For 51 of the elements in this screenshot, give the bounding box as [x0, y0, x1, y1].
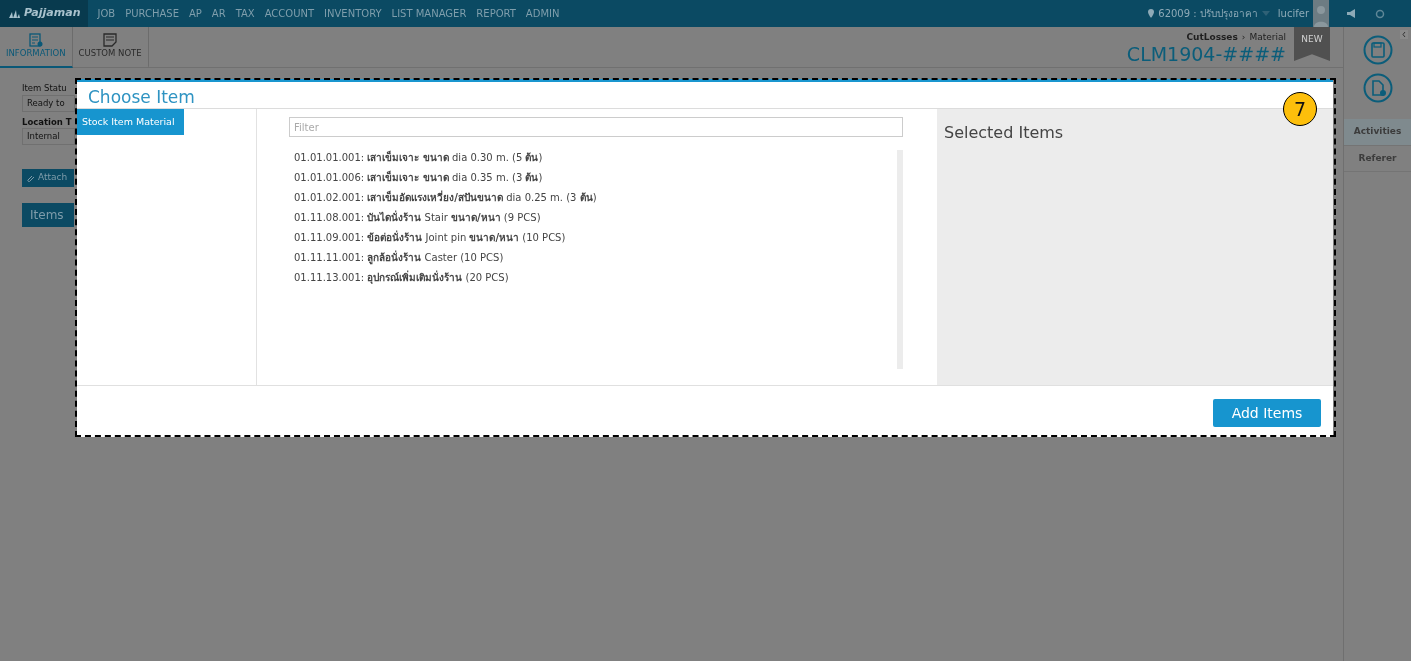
menu-item[interactable]: INVENTORY: [319, 6, 387, 21]
avatar-icon[interactable]: [1313, 0, 1329, 27]
attach-button[interactable]: Attach: [22, 169, 74, 187]
item-row[interactable]: 01.11.09.001: ข้อต่อนั่งร้าน Joint pin ขนาด/หนา (10 PCS): [289, 230, 897, 250]
panel-heading: Selected Items: [944, 122, 1065, 144]
status-ribbon: NEW: [1294, 27, 1330, 61]
note-icon: [103, 33, 118, 48]
menu-item[interactable]: ACCOUNT: [259, 6, 320, 21]
add-items-button[interactable]: Add Items: [1213, 399, 1321, 427]
new-document-icon[interactable]: [1362, 73, 1393, 103]
user-name[interactable]: lucifer: [1277, 6, 1309, 21]
menu-item[interactable]: JOB: [92, 6, 121, 21]
item-row[interactable]: 01.01.02.001: เสาเข็มอัดแรงเหวี่ยง/สปันขนาด dia 0.25 m. (3 ต้น): [289, 190, 897, 210]
category-item[interactable]: Stock Item Material: [77, 109, 184, 136]
page-tab[interactable]: INFORMATION: [0, 27, 73, 68]
collapse-icon[interactable]: [1400, 30, 1408, 39]
logo-icon: [8, 8, 20, 19]
item-row[interactable]: 01.01.01.001: เสาเข็มเจาะ ขนาด dia 0.30 m. (5 ต้น): [289, 150, 897, 170]
field-label: Location T: [22, 115, 72, 129]
logo[interactable]: Pajjaman: [0, 0, 89, 27]
caret-icon: [1261, 11, 1270, 16]
megaphone-icon[interactable]: [1347, 9, 1357, 18]
save-icon[interactable]: [1362, 35, 1393, 65]
status-field[interactable]: Ready to: [22, 94, 75, 112]
settings-icon[interactable]: [1375, 8, 1385, 19]
breadcrumb-current: Material: [1249, 31, 1286, 44]
location-field[interactable]: Internal: [22, 128, 75, 145]
side-panel-link[interactable]: Activities: [1344, 119, 1411, 146]
menu-item[interactable]: PURCHASE: [120, 6, 184, 21]
menu-item[interactable]: TAX: [230, 6, 260, 21]
item-row[interactable]: 01.11.11.001: ลูกล้อนั่งร้าน Caster (10 PCS): [289, 250, 897, 270]
side-panel-link[interactable]: Referer: [1344, 145, 1411, 172]
page-tab[interactable]: CUSTOM NOTE: [72, 27, 149, 68]
item-row[interactable]: 01.11.13.001: อุปกรณ์เพิ่มเติมนั่งร้าน (20 PCS): [289, 270, 897, 290]
menu-item[interactable]: ADMIN: [520, 6, 565, 21]
field-label: Item Statu: [22, 82, 67, 95]
menu-item[interactable]: LIST MANAGER: [386, 6, 472, 21]
menu-item[interactable]: AP: [183, 6, 207, 21]
form-icon: [28, 33, 43, 48]
breadcrumb-link[interactable]: CutLosses: [1186, 31, 1238, 45]
breadcrumb-separator: ›: [1241, 31, 1246, 44]
paperclip-icon: [26, 173, 34, 182]
location-pin-icon: [1148, 9, 1155, 18]
document-number: CLM1904-####: [1126, 44, 1286, 64]
menu-item[interactable]: REPORT: [471, 6, 521, 21]
items-tab[interactable]: Items: [22, 202, 74, 227]
menu-item[interactable]: AR: [206, 6, 231, 21]
item-row[interactable]: 01.01.01.006: เสาเข็มเจาะ ขนาด dia 0.35 m. (3 ต้น): [289, 170, 897, 190]
filter-field[interactable]: Filter: [289, 117, 903, 137]
item-row[interactable]: 01.11.08.001: บันไดนั่งร้าน Stair ขนาด/หนา (9 PCS): [289, 210, 897, 230]
branch-selector[interactable]: 62009 : ปรับปรุงอาคา: [1158, 6, 1258, 21]
